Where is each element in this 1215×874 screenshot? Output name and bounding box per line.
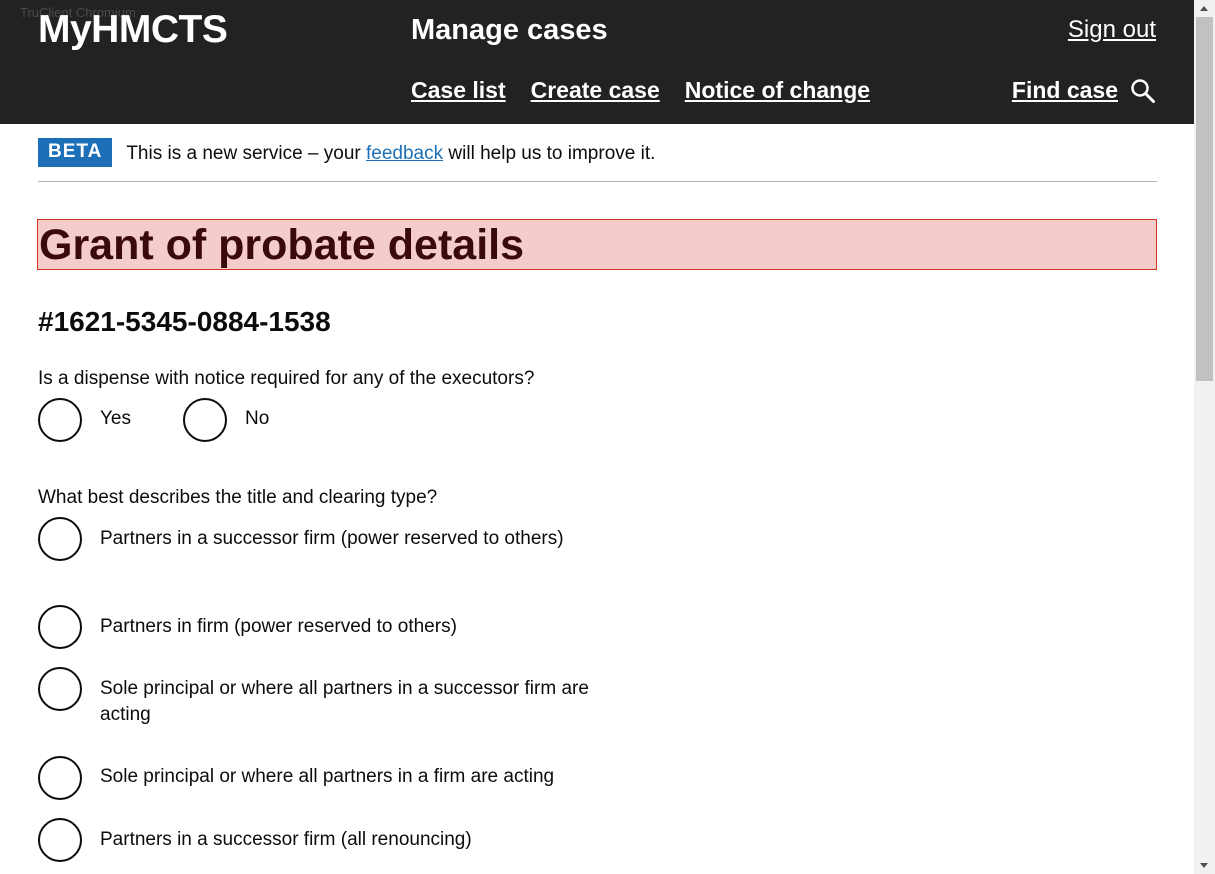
page: TruClient Chromium MyHMCTS Manage cases … <box>0 0 1194 874</box>
dispense-no-radio[interactable] <box>183 398 227 442</box>
title-clearing-label[interactable]: Partners in a successor firm (all renoun… <box>100 827 600 853</box>
vertical-scrollbar[interactable] <box>1194 0 1215 874</box>
title-clearing-label[interactable]: Sole principal or where all partners in … <box>100 764 600 790</box>
title-clearing-label[interactable]: Sole principal or where all partners in … <box>100 676 600 728</box>
beta-tag: BETA <box>38 138 113 167</box>
page-title-box: Grant of probate details <box>37 219 1157 270</box>
nav-create-case[interactable]: Create case <box>531 77 660 104</box>
scroll-up-arrow-icon[interactable] <box>1200 6 1208 11</box>
scrollbar-thumb[interactable] <box>1196 17 1213 381</box>
title-clearing-radio[interactable] <box>38 605 82 649</box>
beta-text: This is a new service – your feedback wi… <box>126 143 655 165</box>
find-case[interactable]: Find case <box>1012 77 1156 104</box>
sign-out-link[interactable]: Sign out <box>1068 16 1156 44</box>
primary-nav: Case list Create case Notice of change <box>411 77 870 104</box>
nav-case-list[interactable]: Case list <box>411 77 506 104</box>
scroll-down-arrow-icon[interactable] <box>1200 863 1208 868</box>
service-name[interactable]: Manage cases <box>411 14 608 47</box>
title-clearing-label[interactable]: Partners in firm (power reserved to othe… <box>100 614 600 640</box>
dispense-question: Is a dispense with notice required for a… <box>38 368 535 389</box>
header: TruClient Chromium MyHMCTS Manage cases … <box>0 0 1194 124</box>
phase-banner: BETA This is a new service – your feedba… <box>38 138 1157 182</box>
title-clearing-radio[interactable] <box>38 756 82 800</box>
nav-notice-of-change[interactable]: Notice of change <box>685 77 870 104</box>
beta-text-before: This is a new service – your <box>126 143 367 164</box>
feedback-link[interactable]: feedback <box>366 143 443 164</box>
page-title: Grant of probate details <box>39 221 525 269</box>
dispense-no-label[interactable]: No <box>245 406 745 432</box>
title-clearing-radio[interactable] <box>38 818 82 862</box>
find-case-link[interactable]: Find case <box>1012 77 1118 104</box>
title-clearing-label[interactable]: Partners in a successor firm (power rese… <box>100 526 600 552</box>
case-id: #1621-5345-0884-1538 <box>38 306 331 337</box>
logo[interactable]: MyHMCTS <box>38 8 228 52</box>
title-clearing-question: What best describes the title and cleari… <box>38 487 438 508</box>
beta-text-after: will help us to improve it. <box>443 143 656 164</box>
dispense-yes-radio[interactable] <box>38 398 82 442</box>
title-clearing-radio[interactable] <box>38 517 82 561</box>
title-clearing-radio[interactable] <box>38 667 82 711</box>
search-icon[interactable] <box>1130 78 1156 104</box>
